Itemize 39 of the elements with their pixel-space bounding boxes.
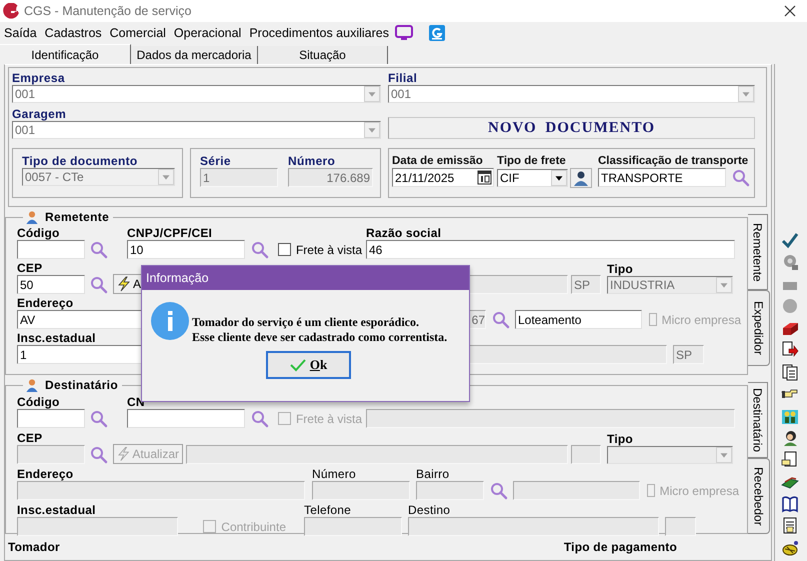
checkbox-label: Micro empresa [662,312,741,326]
field-label: Data de emissão [392,154,484,168]
dialog-message: Esse cliente deve ser cadastrado como correntista. [192,330,448,345]
window-title: CGS - Manutenção de serviço [24,4,192,18]
field-label: Filial [388,71,418,85]
field-label: Tipo [607,432,634,446]
field-label: Série [200,154,232,168]
field-label: Insc.estadual [17,331,97,345]
field-label: CEP [17,431,44,445]
field-label: Tipo de pagamento [564,540,678,554]
field-label: Número [288,154,336,168]
field-label: Tipo [607,262,634,276]
checkbox-label: Micro empresa [660,484,739,498]
field-label: Destino [408,503,452,517]
field-label: Endereço [17,296,74,310]
field-label: Endereço [17,467,74,481]
field-label: Tipo de documento [22,154,139,168]
field-label: Número [312,467,357,481]
field-label: Telefone [304,503,352,517]
field-label: Razão social [366,226,442,240]
field-label: Código [17,395,61,409]
field-label: Tipo de frete [497,154,567,168]
checkbox-label: Contribuinte [221,520,286,534]
dialog-title: Informação [142,266,469,290]
field-label: CNPJ/CPF/CEI [127,226,214,240]
field-label: Código [17,226,61,240]
field-label: Insc.estadual [17,503,97,517]
status-banner: NOVO DOCUMENTO [388,117,755,139]
field-label: Tomador [8,540,60,554]
field-label: CEP [17,261,44,275]
checkbox-label: Frete à vista [296,412,362,426]
group-title: Remetente [45,210,110,224]
dialog-message: Tomador do serviço é um cliente esporádico. [192,315,420,330]
field-label: Empresa [12,71,66,85]
field-label: Bairro [416,467,450,481]
group-title: Destinatário [45,378,118,392]
field-label: Garagem [12,107,68,121]
checkbox-label: Frete à vista [296,242,362,256]
field-label: Classificação de transporte [598,154,750,168]
